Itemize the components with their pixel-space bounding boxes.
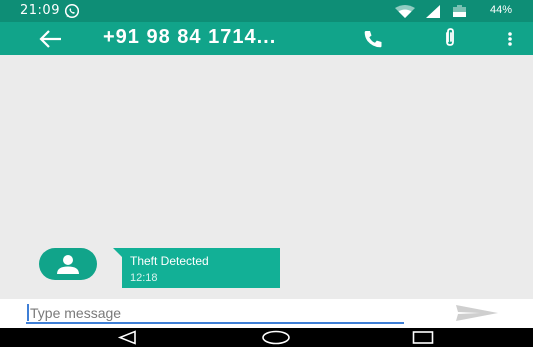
system-nav-bar xyxy=(0,328,533,347)
nav-recents-icon[interactable] xyxy=(412,331,434,344)
conversation-toolbar: +91 98 84 1714... xyxy=(0,22,533,55)
back-arrow-icon[interactable] xyxy=(38,28,64,50)
message-time: 12:18 xyxy=(130,272,158,284)
sms-conversation-screen: 21:09 44% +91 98 84 1714... Theft Detect… xyxy=(0,0,533,347)
contact-avatar[interactable] xyxy=(39,248,97,280)
attachment-icon[interactable] xyxy=(441,27,459,49)
status-time: 21:09 xyxy=(20,3,60,18)
whatsapp-icon xyxy=(64,3,80,19)
nav-home-icon[interactable] xyxy=(261,330,291,345)
message-bubble[interactable]: Theft Detected 12:18 xyxy=(122,248,280,288)
phone-icon[interactable] xyxy=(362,28,384,50)
contact-title: +91 98 84 1714... xyxy=(103,26,277,48)
send-icon[interactable] xyxy=(456,304,498,322)
wifi-icon xyxy=(395,5,415,18)
signal-icon xyxy=(426,5,440,18)
message-text: Theft Detected xyxy=(130,254,209,268)
status-bar: 21:09 44% xyxy=(0,0,533,22)
person-icon xyxy=(57,255,79,274)
compose-bar xyxy=(0,299,533,328)
text-cursor xyxy=(27,304,29,321)
more-vert-icon[interactable] xyxy=(506,29,514,49)
messages-list[interactable]: Theft Detected 12:18 xyxy=(0,55,533,299)
battery-icon xyxy=(453,5,466,17)
battery-percentage: 44% xyxy=(490,4,513,16)
message-input[interactable] xyxy=(26,304,404,324)
nav-back-icon[interactable] xyxy=(117,330,137,345)
